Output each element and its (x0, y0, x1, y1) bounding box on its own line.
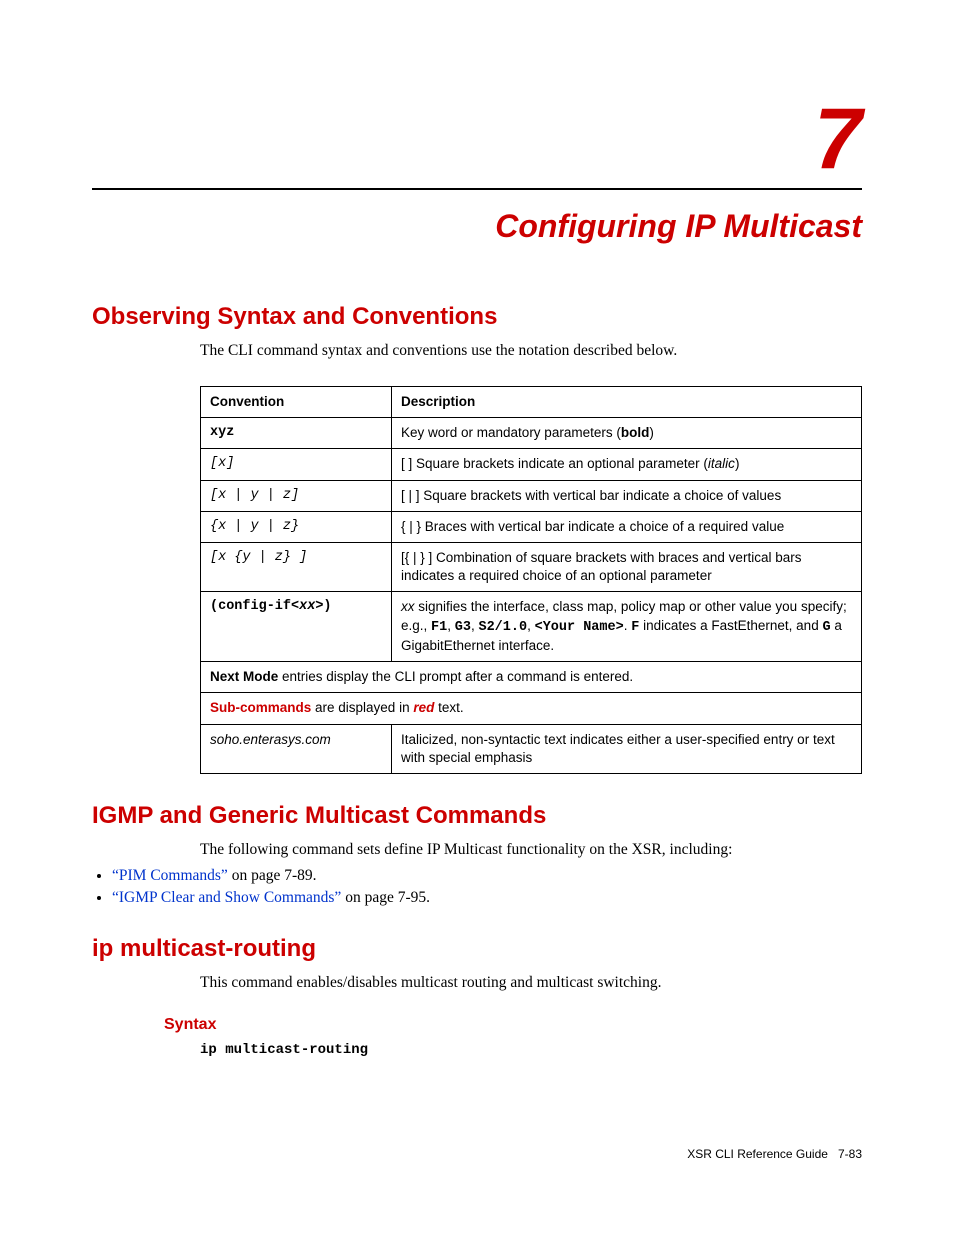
list-item: “IGMP Clear and Show Commands” on page 7… (112, 889, 862, 907)
conv-brackets-x: [x] (201, 449, 392, 480)
bold-word: Next Mode (210, 669, 278, 684)
code-g3: G3 (455, 620, 471, 635)
table-row: soho.enterasys.com Italicized, non-synta… (201, 724, 862, 773)
chapter-title: Configuring IP Multicast (92, 208, 862, 245)
section-heading-ip-multicast-routing: ip multicast-routing (92, 935, 862, 963)
text: , (447, 618, 455, 633)
text: indicates a FastEthernet, and (639, 618, 822, 633)
xx-var: xx (401, 599, 415, 614)
table-row: xyz Key word or mandatory parameters (bo… (201, 418, 862, 449)
footer-guide-name: XSR CLI Reference Guide (687, 1147, 828, 1161)
conventions-table: Convention Description xyz Key word or m… (200, 386, 862, 774)
desc-brackets-braces: [{ | } ] Combination of square brackets … (392, 543, 862, 592)
text: >) (315, 599, 331, 614)
desc-config-if: xx signifies the interface, class map, p… (392, 592, 862, 662)
bold-word: bold (621, 425, 650, 440)
text: (config-if< (210, 599, 299, 614)
header-rule (92, 188, 862, 190)
table-row: [x {y | z} ] [{ | } ] Combination of squ… (201, 543, 862, 592)
link-igmp-clear-show[interactable]: “IGMP Clear and Show Commands” (112, 889, 341, 906)
italic-word: italic (708, 456, 735, 471)
section2-links-list: “PIM Commands” on page 7-89. “IGMP Clear… (92, 867, 862, 907)
red-bold-italic-word: red (413, 700, 434, 715)
sub-commands-note: Sub-commands are displayed in red text. (201, 693, 862, 724)
conv-config-if: (config-if<xx>) (201, 592, 392, 662)
conv-brackets-braces: [x {y | z} ] (201, 543, 392, 592)
document-page: 7 Configuring IP Multicast Observing Syn… (0, 0, 954, 1235)
list-item: “PIM Commands” on page 7-89. (112, 867, 862, 885)
code-s2: S2/1.0 (478, 620, 527, 635)
link-pim-commands[interactable]: “PIM Commands” (112, 867, 228, 884)
desc-brackets-x: [ ] Square brackets indicate an optional… (392, 449, 862, 480)
col-head-description: Description (392, 386, 862, 417)
section3-intro: This command enables/disables multicast … (200, 973, 862, 994)
text: ) (735, 456, 740, 471)
table-row: Sub-commands are displayed in red text. (201, 693, 862, 724)
syntax-heading: Syntax (164, 1016, 862, 1034)
col-head-convention: Convention (201, 386, 392, 417)
table-header-row: Convention Description (201, 386, 862, 417)
xx-var: xx (299, 599, 315, 614)
table-row: [x | y | z] [ | ] Square brackets with v… (201, 480, 862, 511)
text: entries display the CLI prompt after a c… (278, 669, 633, 684)
page-footer: XSR CLI Reference Guide 7-83 (687, 1147, 862, 1161)
chapter-number: 7 (92, 96, 862, 182)
code-your-name: <Your Name> (535, 620, 624, 635)
red-bold-word: Sub-commands (210, 700, 311, 715)
section1-intro: The CLI command syntax and conventions u… (200, 341, 862, 362)
text: ) (649, 425, 654, 440)
desc-soho: Italicized, non-syntactic text indicates… (392, 724, 862, 773)
table-row: Next Mode entries display the CLI prompt… (201, 662, 862, 693)
next-mode-note: Next Mode entries display the CLI prompt… (201, 662, 862, 693)
section2-intro: The following command sets define IP Mul… (200, 840, 862, 861)
text: are displayed in (311, 700, 413, 715)
table-row: {x | y | z} { | } Braces with vertical b… (201, 511, 862, 542)
table-row: [x] [ ] Square brackets indicate an opti… (201, 449, 862, 480)
conv-soho: soho.enterasys.com (201, 724, 392, 773)
text: on page 7-89. (228, 867, 317, 884)
text: on page 7-95. (341, 889, 430, 906)
syntax-code: ip multicast-routing (200, 1042, 862, 1058)
conv-brackets-xyz: [x | y | z] (201, 480, 392, 511)
code-f1: F1 (431, 620, 447, 635)
conv-xyz: xyz (201, 418, 392, 449)
text: Key word or mandatory parameters ( (401, 425, 621, 440)
desc-brackets-xyz: [ | ] Square brackets with vertical bar … (392, 480, 862, 511)
desc-braces-xyz: { | } Braces with vertical bar indicate … (392, 511, 862, 542)
section-heading-igmp: IGMP and Generic Multicast Commands (92, 802, 862, 830)
section-heading-syntax-conventions: Observing Syntax and Conventions (92, 303, 862, 331)
text: , (527, 618, 535, 633)
conv-braces-xyz: {x | y | z} (201, 511, 392, 542)
desc-xyz: Key word or mandatory parameters (bold) (392, 418, 862, 449)
text: [ ] Square brackets indicate an optional… (401, 456, 708, 471)
text: text. (434, 700, 463, 715)
code-g: G (822, 620, 830, 635)
footer-page-number: 7-83 (838, 1147, 862, 1161)
table-row: (config-if<xx>) xx signifies the interfa… (201, 592, 862, 662)
